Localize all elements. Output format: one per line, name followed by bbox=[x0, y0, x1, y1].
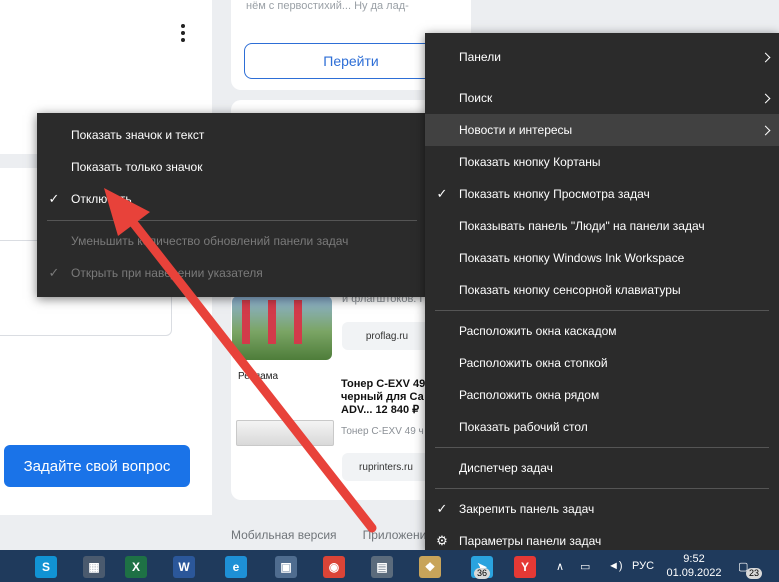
ad-label: Реклама bbox=[238, 371, 279, 382]
show-hidden-icons[interactable]: ∧ bbox=[556, 550, 564, 582]
menu-divider bbox=[435, 447, 769, 448]
chevron-right-icon bbox=[760, 93, 771, 103]
checkmark-icon: ✓ bbox=[48, 191, 60, 206]
taskbar[interactable]: ∧ ▭ ◄) РУС 9:52 01.09.2022 ▢ 23 S ▦ X We ▣ ◉ ▤… bbox=[0, 550, 779, 582]
menu-item-search[interactable]: Поиск bbox=[425, 82, 779, 114]
clock[interactable]: 9:52 01.09.2022 bbox=[665, 552, 723, 580]
menu-item-stack[interactable]: Расположить окна стопкой bbox=[425, 347, 779, 379]
chrome-icon: ◉ bbox=[323, 556, 345, 578]
calculator-icon: ▦ bbox=[83, 556, 105, 578]
ad-source-button[interactable]: proflag.ru bbox=[342, 322, 432, 350]
apps-link[interactable]: Приложения bbox=[363, 528, 433, 542]
menu-item-toolbars[interactable]: Панели bbox=[425, 41, 779, 73]
menu-item-news-and-interests[interactable]: Новости и интересы bbox=[425, 114, 779, 146]
telegram-unread-badge: 36 bbox=[474, 568, 491, 579]
menu-item-show-task-view[interactable]: ✓ Показать кнопку Просмотра задач bbox=[425, 178, 779, 210]
language-indicator[interactable]: РУС bbox=[632, 550, 654, 582]
menu-item-reduce-updates: Уменьшить количество обновлений панели з… bbox=[71, 234, 349, 248]
taskbar-context-menu: Панели Поиск Новости и интересы Показать… bbox=[425, 33, 779, 553]
product-title[interactable]: Тонер C-EXV 49 черный для Са ADV... 12 8… bbox=[341, 378, 431, 417]
network-icon[interactable]: ▭ bbox=[580, 550, 590, 582]
menu-item-show-people[interactable]: Показывать панель "Люди" на панели задач bbox=[425, 210, 779, 242]
folder-taskbar-button[interactable]: ❖ bbox=[410, 552, 450, 582]
menu-item-show-ink-workspace[interactable]: Показать кнопку Windows Ink Workspace bbox=[425, 242, 779, 274]
checkmark-icon: ✓ bbox=[48, 265, 60, 280]
printer-taskbar-button[interactable]: ▤ bbox=[362, 552, 402, 582]
menu-item-show-cortana[interactable]: Показать кнопку Кортаны bbox=[425, 146, 779, 178]
toner-product-image[interactable] bbox=[236, 420, 334, 446]
remote-desktop-taskbar-button[interactable]: ▣ bbox=[266, 552, 306, 582]
skype-taskbar-button[interactable]: S bbox=[26, 552, 66, 582]
menu-item-show-desktop[interactable]: Показать рабочий стол bbox=[425, 411, 779, 443]
notifications-badge: 23 bbox=[746, 568, 763, 579]
menu-divider bbox=[435, 310, 769, 311]
volume-icon[interactable]: ◄) bbox=[608, 550, 623, 582]
checkmark-icon: ✓ bbox=[436, 186, 448, 201]
yandex-browser-taskbar-button[interactable]: Y bbox=[505, 552, 545, 582]
word-icon: W bbox=[173, 556, 195, 578]
excel-icon: X bbox=[125, 556, 147, 578]
gear-icon: ⚙ bbox=[436, 533, 448, 548]
chevron-right-icon bbox=[760, 125, 771, 135]
skype-icon: S bbox=[35, 556, 57, 578]
remote-desktop-icon: ▣ bbox=[275, 556, 297, 578]
printer-icon: ▤ bbox=[371, 556, 393, 578]
mobile-version-link[interactable]: Мобильная версия bbox=[231, 528, 337, 542]
word-taskbar-button[interactable]: W bbox=[164, 552, 204, 582]
more-options-icon[interactable] bbox=[176, 22, 190, 44]
menu-divider bbox=[47, 220, 417, 221]
excel-taskbar-button[interactable]: X bbox=[116, 552, 156, 582]
menu-item-side-by-side[interactable]: Расположить окна рядом bbox=[425, 379, 779, 411]
menu-item-show-touch-keyboard[interactable]: Показать кнопку сенсорной клавиатуры bbox=[425, 274, 779, 306]
menu-item-open-on-hover: ✓ Открыть при наведении указателя bbox=[48, 265, 263, 280]
menu-item-turn-off[interactable]: ✓ Отключить bbox=[37, 183, 427, 215]
menu-item-task-manager[interactable]: Диспетчер задач bbox=[425, 452, 779, 484]
menu-item-cascade[interactable]: Расположить окна каскадом bbox=[425, 315, 779, 347]
chevron-right-icon bbox=[760, 52, 771, 62]
related-snippet: нём с первостихий... Ну да лад- bbox=[246, 0, 409, 12]
menu-item-show-icon-only[interactable]: Показать только значок bbox=[37, 151, 427, 183]
news-interests-submenu: Показать значок и текст Показать только … bbox=[37, 113, 427, 297]
yandex-browser-icon: Y bbox=[514, 556, 536, 578]
edge-icon: e bbox=[225, 556, 247, 578]
folder-icon: ❖ bbox=[419, 556, 441, 578]
edge-taskbar-button[interactable]: e bbox=[216, 552, 256, 582]
chrome-taskbar-button[interactable]: ◉ bbox=[314, 552, 354, 582]
menu-divider bbox=[435, 488, 769, 489]
ad-source-button[interactable]: ruprinters.ru bbox=[342, 453, 430, 481]
calculator-taskbar-button[interactable]: ▦ bbox=[74, 552, 114, 582]
menu-item-lock-taskbar[interactable]: ✓ Закрепить панель задач bbox=[425, 493, 779, 525]
ask-question-button[interactable]: Задайте свой вопрос bbox=[4, 445, 190, 487]
product-subtitle: Тонер C-EXV 49 ч bbox=[341, 426, 424, 437]
checkmark-icon: ✓ bbox=[436, 501, 448, 516]
menu-item-show-icon-and-text[interactable]: Показать значок и текст bbox=[37, 119, 427, 151]
flags-ad-image[interactable] bbox=[232, 296, 332, 360]
